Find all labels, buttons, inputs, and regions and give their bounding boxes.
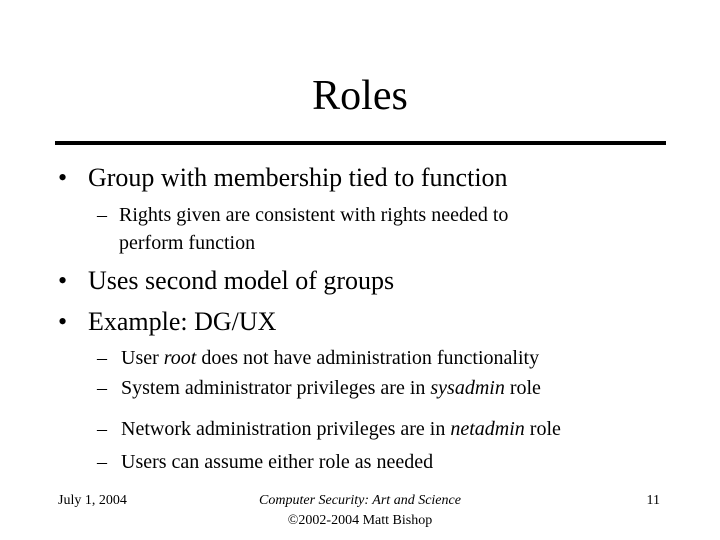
dash-icon: – bbox=[97, 204, 107, 226]
dash-icon: – bbox=[97, 377, 107, 399]
sub-bullet-text: perform function bbox=[119, 232, 256, 254]
footer-center: Computer Security: Art and Science ©2002… bbox=[180, 491, 540, 531]
emphasis: sysadmin bbox=[430, 377, 505, 399]
sub-bullet-text: User root does not have administration f… bbox=[121, 347, 540, 369]
sub-bullet-text: Rights given are consistent with rights … bbox=[119, 204, 509, 226]
dash-icon: – bbox=[97, 418, 107, 440]
bullet-text: Group with membership tied to function bbox=[88, 163, 508, 192]
sub-bullet-text: Users can assume either role as needed bbox=[121, 451, 434, 473]
title-divider bbox=[55, 141, 666, 145]
footer-copyright: ©2002-2004 Matt Bishop bbox=[287, 513, 433, 528]
emphasis: root bbox=[163, 347, 197, 369]
footer-course: Computer Security: Art and Science bbox=[259, 493, 461, 508]
bullet-icon: • bbox=[58, 307, 68, 336]
bullet-text: Uses second model of groups bbox=[88, 266, 395, 295]
emphasis: netadmin bbox=[450, 418, 525, 440]
bullet-icon: • bbox=[58, 163, 68, 192]
bullet-text: Example: DG/UX bbox=[88, 307, 277, 336]
dash-icon: – bbox=[97, 451, 107, 473]
page-number: 11 bbox=[646, 493, 660, 508]
bullet-icon: • bbox=[58, 266, 68, 295]
dash-icon: – bbox=[97, 347, 107, 369]
footer-date: July 1, 2004 bbox=[58, 493, 127, 508]
slide-title: Roles bbox=[312, 73, 408, 119]
sub-bullet-text: Network administration privileges are in… bbox=[121, 418, 561, 440]
sub-bullet-text: System administrator privileges are in s… bbox=[121, 377, 541, 399]
